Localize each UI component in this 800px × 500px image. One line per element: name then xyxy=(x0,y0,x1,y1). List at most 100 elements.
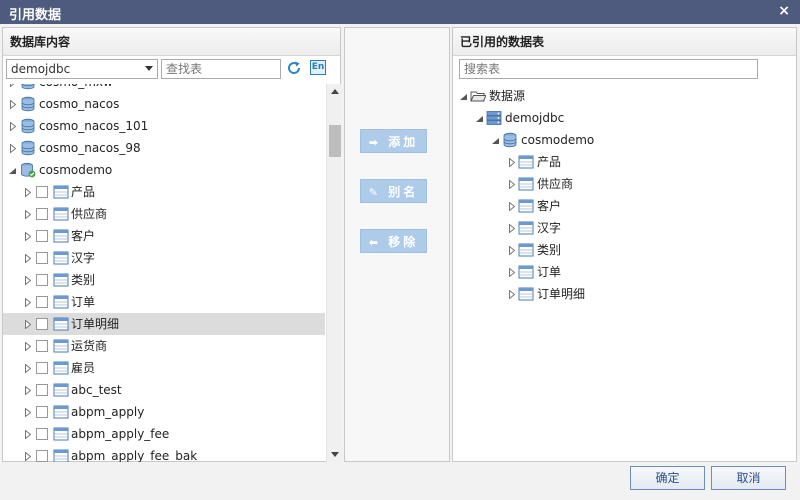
database-row-label: cosmodemo xyxy=(521,133,595,147)
table-icon xyxy=(518,199,534,213)
table-row[interactable]: 订单明细 xyxy=(3,313,325,335)
table-checkbox[interactable] xyxy=(36,450,48,462)
table-row[interactable]: 汉字 xyxy=(3,247,325,269)
referenced-table-row-label: 订单 xyxy=(537,265,562,279)
expanded-arrow-icon[interactable] xyxy=(476,116,483,122)
collapsed-arrow-icon[interactable] xyxy=(25,386,31,395)
scroll-up-arrow-icon[interactable] xyxy=(331,89,339,94)
db-row-partial[interactable]: cosmo_mxw xyxy=(3,84,325,93)
table-checkbox[interactable] xyxy=(36,296,48,308)
table-row-label: 客户 xyxy=(71,229,96,243)
refresh-icon[interactable] xyxy=(286,60,302,76)
table-checkbox[interactable] xyxy=(36,252,48,264)
table-row[interactable]: 客户 xyxy=(3,225,325,247)
db-row[interactable]: cosmo_nacos_98 xyxy=(3,137,325,159)
table-checkbox[interactable] xyxy=(36,186,48,198)
collapsed-arrow-icon[interactable] xyxy=(10,100,16,109)
db-row[interactable]: cosmo_nacos_101 xyxy=(3,115,325,137)
table-row-label: 订单 xyxy=(71,295,96,309)
collapsed-arrow-icon[interactable] xyxy=(509,224,515,233)
table-icon xyxy=(53,383,69,397)
table-checkbox[interactable] xyxy=(36,274,48,286)
remove-button[interactable]: ⬅ 移除 xyxy=(360,229,427,253)
db-row-label: cosmo_nacos_101 xyxy=(39,119,149,133)
alias-button[interactable]: ✎ 别名 xyxy=(360,179,427,203)
search-table-input[interactable] xyxy=(459,59,758,79)
referenced-table-row[interactable]: 订单明细 xyxy=(453,283,796,305)
table-checkbox[interactable] xyxy=(36,362,48,374)
table-checkbox[interactable] xyxy=(36,384,48,396)
referenced-table-row-label: 类别 xyxy=(537,243,562,257)
db-row-expanded[interactable]: cosmodemo xyxy=(3,159,325,181)
referenced-table-row[interactable]: 汉字 xyxy=(453,217,796,239)
pencil-icon: ✎ xyxy=(368,186,381,199)
table-row-label: abpm_apply xyxy=(71,405,145,419)
cancel-button[interactable]: 取消 xyxy=(711,466,786,490)
tree-scrollbar[interactable] xyxy=(326,84,342,462)
table-checkbox[interactable] xyxy=(36,428,48,440)
scroll-down-arrow-icon[interactable] xyxy=(331,452,339,457)
collapsed-arrow-icon[interactable] xyxy=(509,158,515,167)
table-row[interactable]: 雇员 xyxy=(3,357,325,379)
collapsed-arrow-icon[interactable] xyxy=(25,408,31,417)
referenced-table-row[interactable]: 类别 xyxy=(453,239,796,261)
english-toggle-icon[interactable]: En xyxy=(310,60,326,75)
collapsed-arrow-icon[interactable] xyxy=(25,430,31,439)
collapsed-arrow-icon[interactable] xyxy=(25,342,31,351)
referenced-table-row[interactable]: 供应商 xyxy=(453,173,796,195)
arrow-left-icon: ⬅ xyxy=(368,236,381,249)
datasource-row[interactable]: demojdbc xyxy=(453,107,796,129)
expanded-arrow-icon[interactable] xyxy=(9,168,16,174)
collapsed-arrow-icon[interactable] xyxy=(25,254,31,263)
collapsed-arrow-icon[interactable] xyxy=(509,268,515,277)
db-row-partial-label: cosmo_mxw xyxy=(39,84,113,93)
table-row[interactable]: 产品 xyxy=(3,181,325,203)
table-row[interactable]: 供应商 xyxy=(3,203,325,225)
collapsed-arrow-icon[interactable] xyxy=(509,202,515,211)
collapsed-arrow-icon[interactable] xyxy=(25,452,31,461)
datasource-icon xyxy=(486,111,502,125)
collapsed-arrow-icon[interactable] xyxy=(509,290,515,299)
collapsed-arrow-icon[interactable] xyxy=(25,232,31,241)
expanded-arrow-icon[interactable] xyxy=(492,138,499,144)
referenced-table-row[interactable]: 产品 xyxy=(453,151,796,173)
referenced-table-row[interactable]: 订单 xyxy=(453,261,796,283)
referenced-table-row[interactable]: 客户 xyxy=(453,195,796,217)
table-row[interactable]: abc_test xyxy=(3,379,325,401)
collapsed-arrow-icon[interactable] xyxy=(25,364,31,373)
expanded-arrow-icon[interactable] xyxy=(460,94,467,100)
table-row[interactable]: abpm_apply xyxy=(3,401,325,423)
collapsed-arrow-icon[interactable] xyxy=(25,276,31,285)
collapsed-arrow-icon[interactable] xyxy=(25,298,31,307)
table-row[interactable]: abpm_apply_fee_bak xyxy=(3,445,325,462)
db-row[interactable]: cosmo_nacos xyxy=(3,93,325,115)
collapsed-arrow-icon[interactable] xyxy=(10,144,16,153)
database-row[interactable]: cosmodemo xyxy=(453,129,796,151)
collapsed-arrow-icon[interactable] xyxy=(25,320,31,329)
collapsed-arrow-icon[interactable] xyxy=(509,246,515,255)
table-row[interactable]: abpm_apply_fee xyxy=(3,423,325,445)
root-row[interactable]: 数据源 xyxy=(453,85,796,107)
datasource-select[interactable]: demojdbc xyxy=(6,59,158,79)
collapsed-arrow-icon[interactable] xyxy=(509,180,515,189)
table-row[interactable]: 订单 xyxy=(3,291,325,313)
collapsed-arrow-icon[interactable] xyxy=(25,188,31,197)
table-checkbox[interactable] xyxy=(36,406,48,418)
collapsed-arrow-icon[interactable] xyxy=(25,210,31,219)
table-row[interactable]: 类别 xyxy=(3,269,325,291)
alias-button-label: 别名 xyxy=(388,185,419,199)
close-icon[interactable]: × xyxy=(778,3,790,19)
table-checkbox[interactable] xyxy=(36,208,48,220)
table-row-label: abpm_apply_fee_bak xyxy=(71,449,198,462)
table-row[interactable]: 运货商 xyxy=(3,335,325,357)
table-checkbox[interactable] xyxy=(36,230,48,242)
collapsed-arrow-icon[interactable] xyxy=(10,84,16,87)
add-button[interactable]: ➡ 添加 xyxy=(360,129,427,153)
ok-button[interactable]: 确定 xyxy=(630,466,705,490)
scrollbar-thumb[interactable] xyxy=(329,125,341,157)
find-table-input[interactable] xyxy=(161,59,281,79)
table-checkbox[interactable] xyxy=(36,318,48,330)
collapsed-arrow-icon[interactable] xyxy=(10,122,16,131)
referenced-table-row-label: 客户 xyxy=(537,199,562,213)
table-checkbox[interactable] xyxy=(36,340,48,352)
